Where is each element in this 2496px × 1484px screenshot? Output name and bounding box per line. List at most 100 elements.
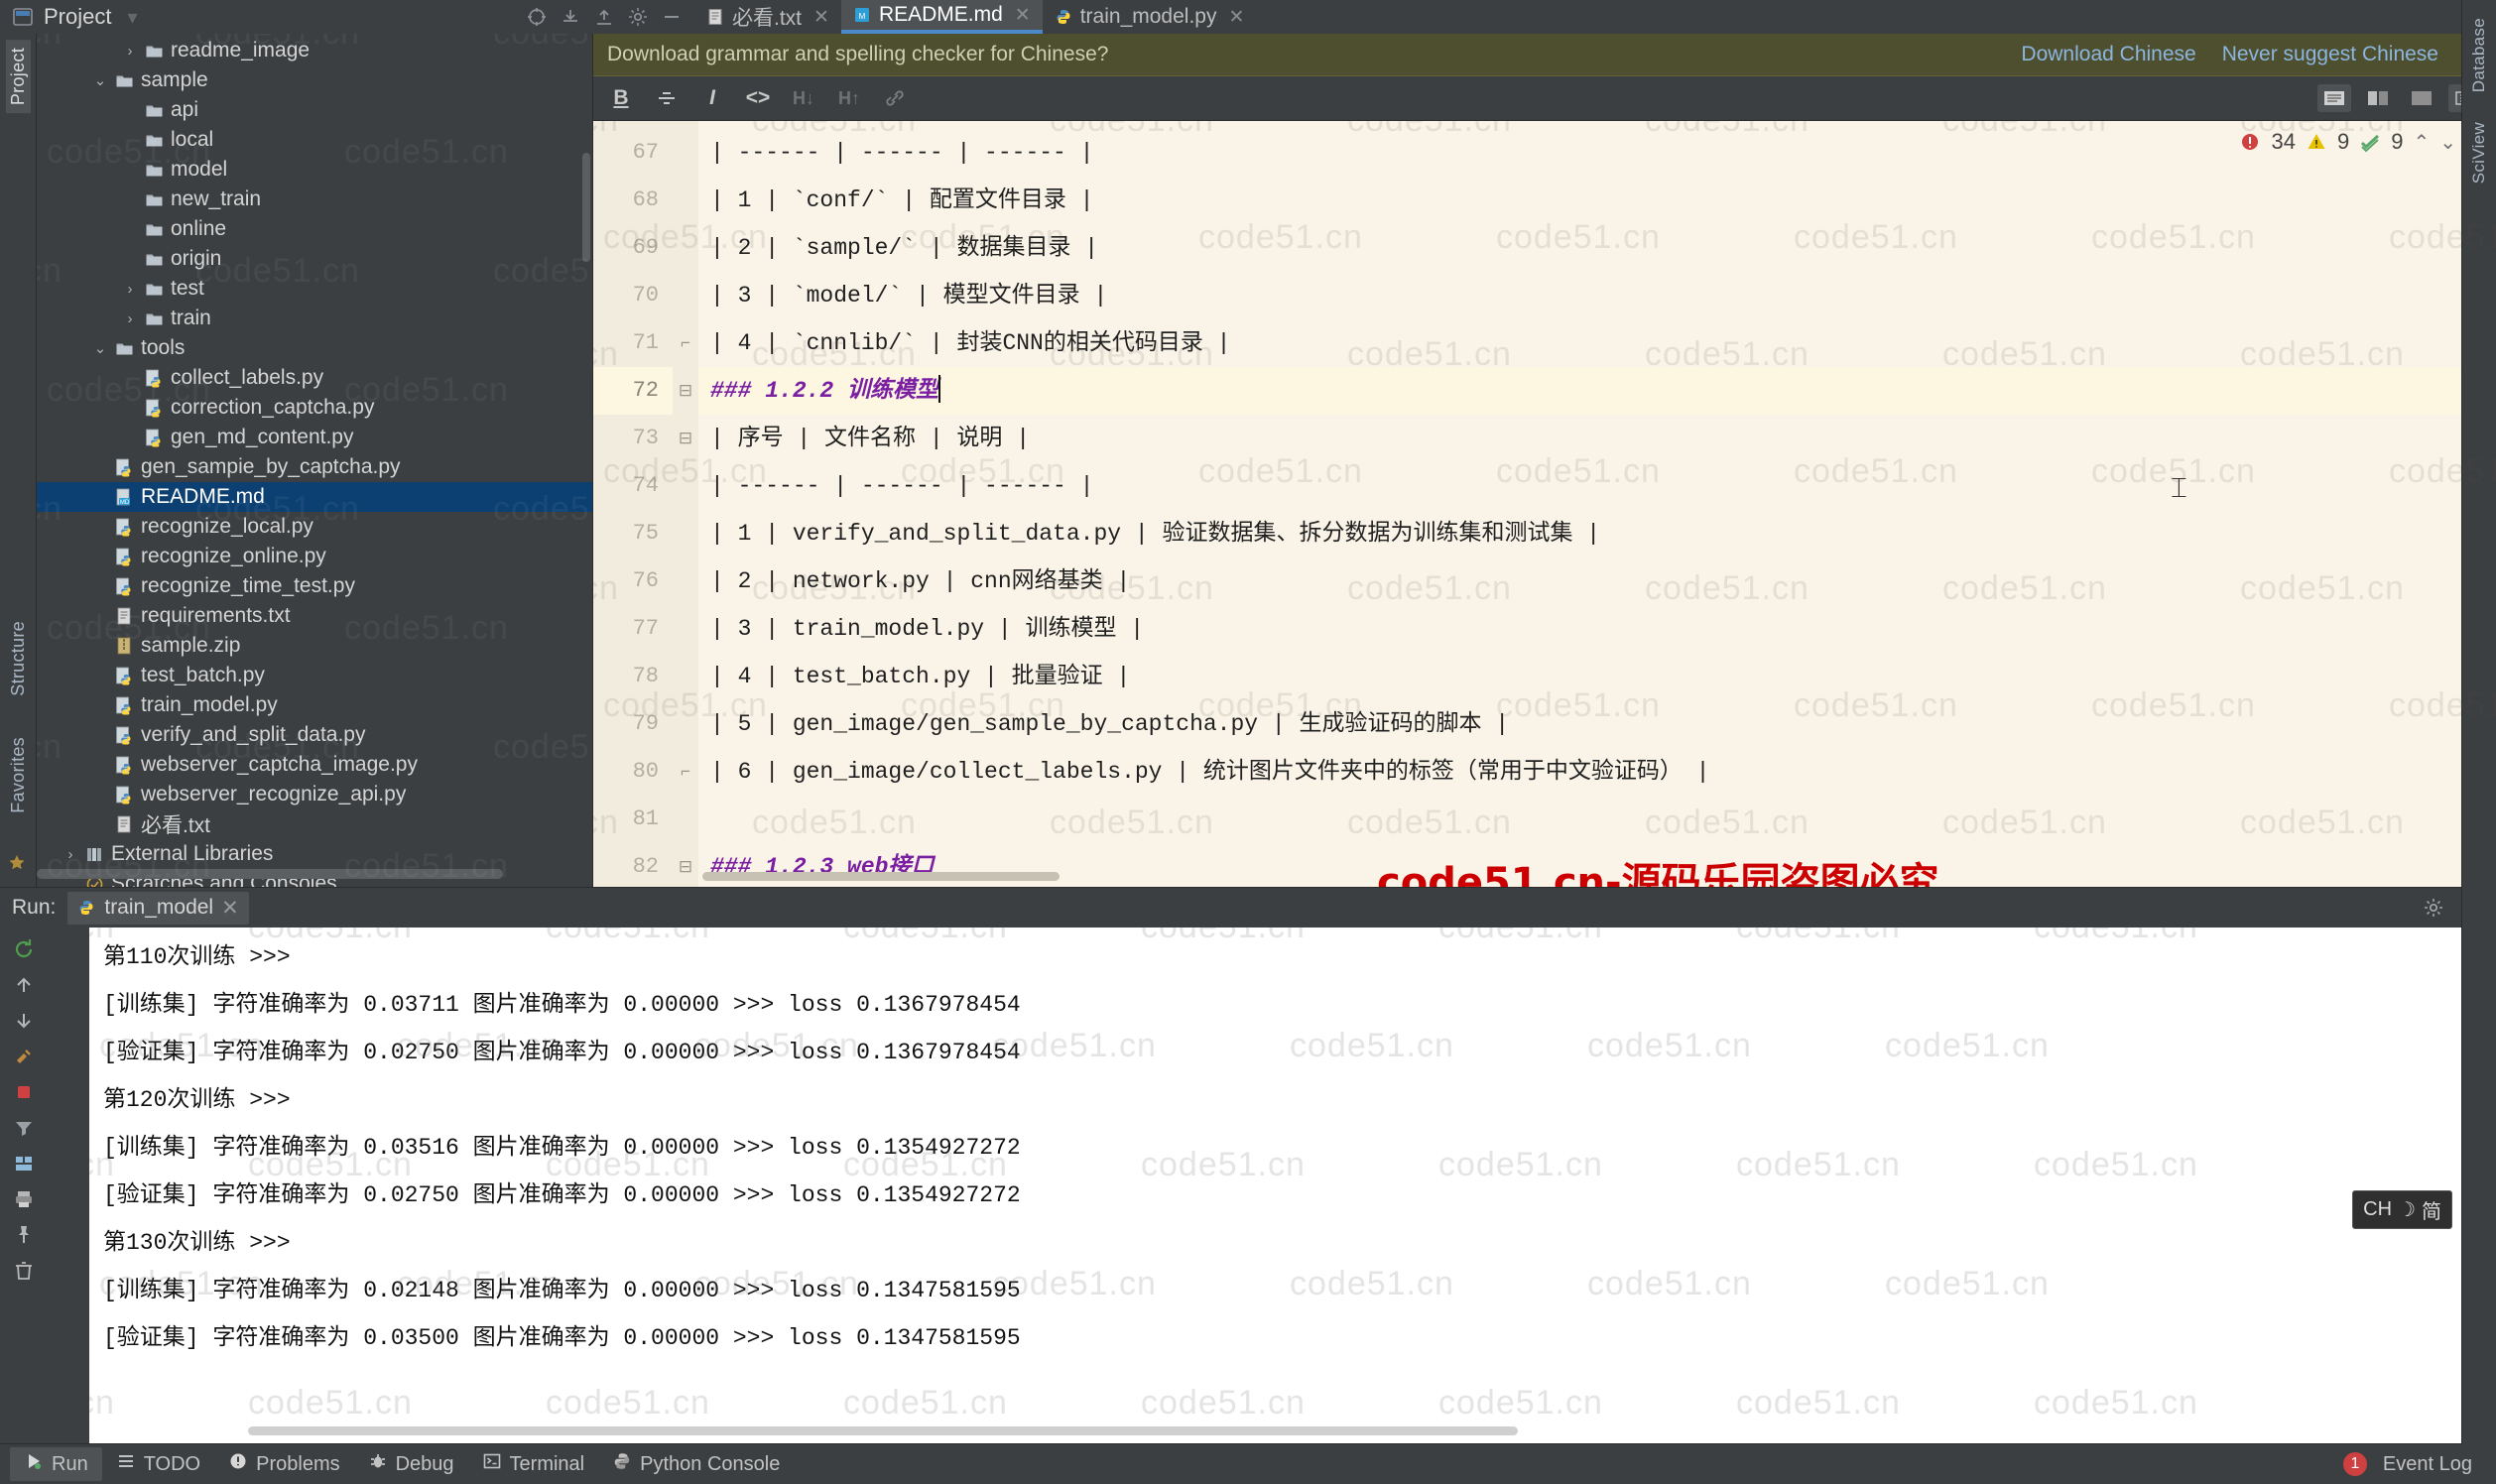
status-item-run[interactable]: Run xyxy=(10,1447,102,1481)
editor-line[interactable]: | ------ | ------ | ------ | xyxy=(698,129,2496,177)
tree-item-verify-and-split-data-py[interactable]: verify_and_split_data.py xyxy=(37,720,592,750)
hide-panel-icon[interactable] xyxy=(659,4,685,30)
editor-horizontal-scrollbar[interactable] xyxy=(702,872,1060,881)
editor-line[interactable]: | 序号 | 文件名称 | 说明 | xyxy=(698,415,2496,462)
event-log-button[interactable]: 1 Event Log xyxy=(2329,1447,2486,1481)
status-item-debug[interactable]: Debug xyxy=(354,1447,468,1481)
run-tab[interactable]: train_model ✕ xyxy=(67,891,249,925)
rail-tab-sciview[interactable]: SciView xyxy=(2467,114,2491,191)
italic-button[interactable]: I xyxy=(698,84,726,112)
tree-item-test-batch-py[interactable]: test_batch.py xyxy=(37,661,592,690)
build-icon[interactable] xyxy=(7,1041,41,1072)
tree-item-train[interactable]: › train xyxy=(37,304,592,333)
editor-line[interactable]: | 5 | gen_image/gen_sample_by_captcha.py… xyxy=(698,700,2496,748)
tree-item-recognize-online-py[interactable]: recognize_online.py xyxy=(37,542,592,571)
view-editor-only-button[interactable] xyxy=(2317,84,2351,112)
heading-down-button[interactable]: H↓ xyxy=(790,84,817,112)
fold-marker[interactable]: ⊟ xyxy=(673,843,698,887)
chevron-right-icon[interactable]: › xyxy=(122,43,138,60)
filter-icon[interactable] xyxy=(7,1112,41,1144)
tree-item-new-train[interactable]: new_train xyxy=(37,185,592,214)
chevron-up-icon[interactable]: ⌃ xyxy=(2413,130,2430,155)
tree-item-tools[interactable]: ⌄ tools xyxy=(37,333,592,363)
status-item-todo[interactable]: TODO xyxy=(102,1447,214,1481)
chevron-down-icon[interactable]: ▾ xyxy=(119,4,145,30)
down-arrow-icon[interactable] xyxy=(7,1005,41,1037)
link-icon[interactable] xyxy=(881,84,909,112)
console-horizontal-scrollbar[interactable] xyxy=(248,1426,1518,1435)
sidebar-vertical-scrollbar[interactable] xyxy=(582,153,590,262)
editor-line[interactable]: | 1 | verify_and_split_data.py | 验证数据集、拆… xyxy=(698,510,2496,557)
expand-all-icon[interactable] xyxy=(591,4,617,30)
tree-item-collect-labels-py[interactable]: collect_labels.py xyxy=(37,363,592,393)
editor-line[interactable]: | 3 | train_model.py | 训练模型 | xyxy=(698,605,2496,653)
fold-marker[interactable]: ⌐ xyxy=(673,319,698,367)
markdown-editor[interactable]: code51.cn code51.cn code51.cn code51.cn code… xyxy=(593,121,2496,887)
run-settings-icon[interactable] xyxy=(2421,895,2446,921)
run-console[interactable]: code51.cn code51.cn code51.cn code51.cn code… xyxy=(89,928,2496,1443)
tree-item-webserver-captcha-image-py[interactable]: webserver_captcha_image.py xyxy=(37,750,592,780)
tab-readme-md[interactable]: M README.md ✕ xyxy=(840,0,1043,34)
editor-line[interactable]: | 3 | `model/` | 模型文件目录 | xyxy=(698,272,2496,319)
tree-item-api[interactable]: api xyxy=(37,95,592,125)
rail-tab-favorites[interactable]: Favorites xyxy=(6,729,31,821)
tree-item-recognize-time-test-py[interactable]: recognize_time_test.py xyxy=(37,571,592,601)
stop-icon[interactable] xyxy=(7,1076,41,1108)
tree-item-webserver-recognize-api-py[interactable]: webserver_recognize_api.py xyxy=(37,780,592,809)
fold-marker[interactable]: ⌐ xyxy=(673,748,698,796)
editor-line[interactable]: ### 1.2.2 训练模型 xyxy=(698,367,2496,415)
settings-icon[interactable] xyxy=(625,4,651,30)
download-chinese-link[interactable]: Download Chinese xyxy=(2021,43,2195,66)
code-folding-gutter[interactable]: ⌐ ⊟ ⊟ ⌐ ⊟ xyxy=(673,121,698,887)
rail-tab-structure[interactable]: Structure xyxy=(6,613,31,704)
chevron-right-icon[interactable]: › xyxy=(122,281,138,298)
tab-train-model-py[interactable]: train_model.py ✕ xyxy=(1043,0,1257,34)
up-arrow-icon[interactable] xyxy=(7,969,41,1001)
fold-marker[interactable]: ⊟ xyxy=(673,367,698,415)
rail-tab-project[interactable]: Project xyxy=(5,40,31,114)
close-icon[interactable]: ✕ xyxy=(1228,6,1244,29)
tree-item-gen-md-content-py[interactable]: gen_md_content.py xyxy=(37,423,592,452)
close-icon[interactable]: ✕ xyxy=(1015,4,1031,27)
heading-up-button[interactable]: H↑ xyxy=(835,84,863,112)
view-split-button[interactable] xyxy=(2361,84,2395,112)
status-item-python-console[interactable]: Python Console xyxy=(598,1447,794,1481)
chevron-down-icon[interactable]: ⌄ xyxy=(92,72,108,89)
tree-item-sample[interactable]: ⌄ sample xyxy=(37,65,592,95)
bold-button[interactable]: B xyxy=(607,84,635,112)
collapse-all-icon[interactable] xyxy=(558,4,583,30)
tree-item-requirements-txt[interactable]: requirements.txt xyxy=(37,601,592,631)
never-suggest-chinese-link[interactable]: Never suggest Chinese xyxy=(2222,43,2438,66)
pin-icon[interactable] xyxy=(7,1219,41,1251)
tree-item-local[interactable]: local xyxy=(37,125,592,155)
chevron-right-icon[interactable]: › xyxy=(122,310,138,327)
fold-marker[interactable]: ⊟ xyxy=(673,415,698,462)
tree-item-correction-captcha-py[interactable]: correction_captcha.py xyxy=(37,393,592,423)
trash-icon[interactable] xyxy=(7,1255,41,1287)
editor-line[interactable]: | 1 | `conf/` | 配置文件目录 | xyxy=(698,177,2496,224)
editor-line[interactable] xyxy=(698,796,2496,843)
view-preview-button[interactable] xyxy=(2405,84,2438,112)
ime-indicator[interactable]: CH ☽ 简 xyxy=(2352,1190,2452,1229)
strikethrough-button[interactable] xyxy=(653,84,681,112)
tree-item--txt[interactable]: 必看.txt xyxy=(37,809,592,839)
tree-item-train-model-py[interactable]: train_model.py xyxy=(37,690,592,720)
chevron-down-icon[interactable]: ⌄ xyxy=(92,340,108,357)
tree-item-test[interactable]: › test xyxy=(37,274,592,304)
editor-line[interactable]: | 2 | `sample/` | 数据集目录 | xyxy=(698,224,2496,272)
tab-bikan-txt[interactable]: 必看.txt ✕ xyxy=(694,0,841,34)
chevron-right-icon[interactable]: › xyxy=(62,846,78,863)
editor-line[interactable]: | 4 | `cnnlib/` | 封装CNN的相关代码目录 | xyxy=(698,319,2496,367)
chevron-down-icon[interactable]: ⌄ xyxy=(2439,130,2456,155)
status-item-problems[interactable]: Problems xyxy=(214,1447,353,1481)
editor-text-area[interactable]: | ------ | ------ | ------ | | 1 | `conf/… xyxy=(698,121,2496,887)
tree-item-origin[interactable]: origin xyxy=(37,244,592,274)
tree-item-gen-sampie-by-captcha-py[interactable]: gen_sampie_by_captcha.py xyxy=(37,452,592,482)
close-icon[interactable]: ✕ xyxy=(221,896,239,921)
project-tree-panel[interactable]: code51.cncode51.cncode51.cncode51.cncode… xyxy=(37,34,593,887)
tree-item-sample-zip[interactable]: sample.zip xyxy=(37,631,592,661)
tree-item-readme-md[interactable]: MD README.md xyxy=(37,482,592,512)
status-item-terminal[interactable]: Terminal xyxy=(468,1447,599,1481)
close-icon[interactable]: ✕ xyxy=(813,6,829,29)
sidebar-horizontal-scrollbar[interactable] xyxy=(37,869,503,879)
